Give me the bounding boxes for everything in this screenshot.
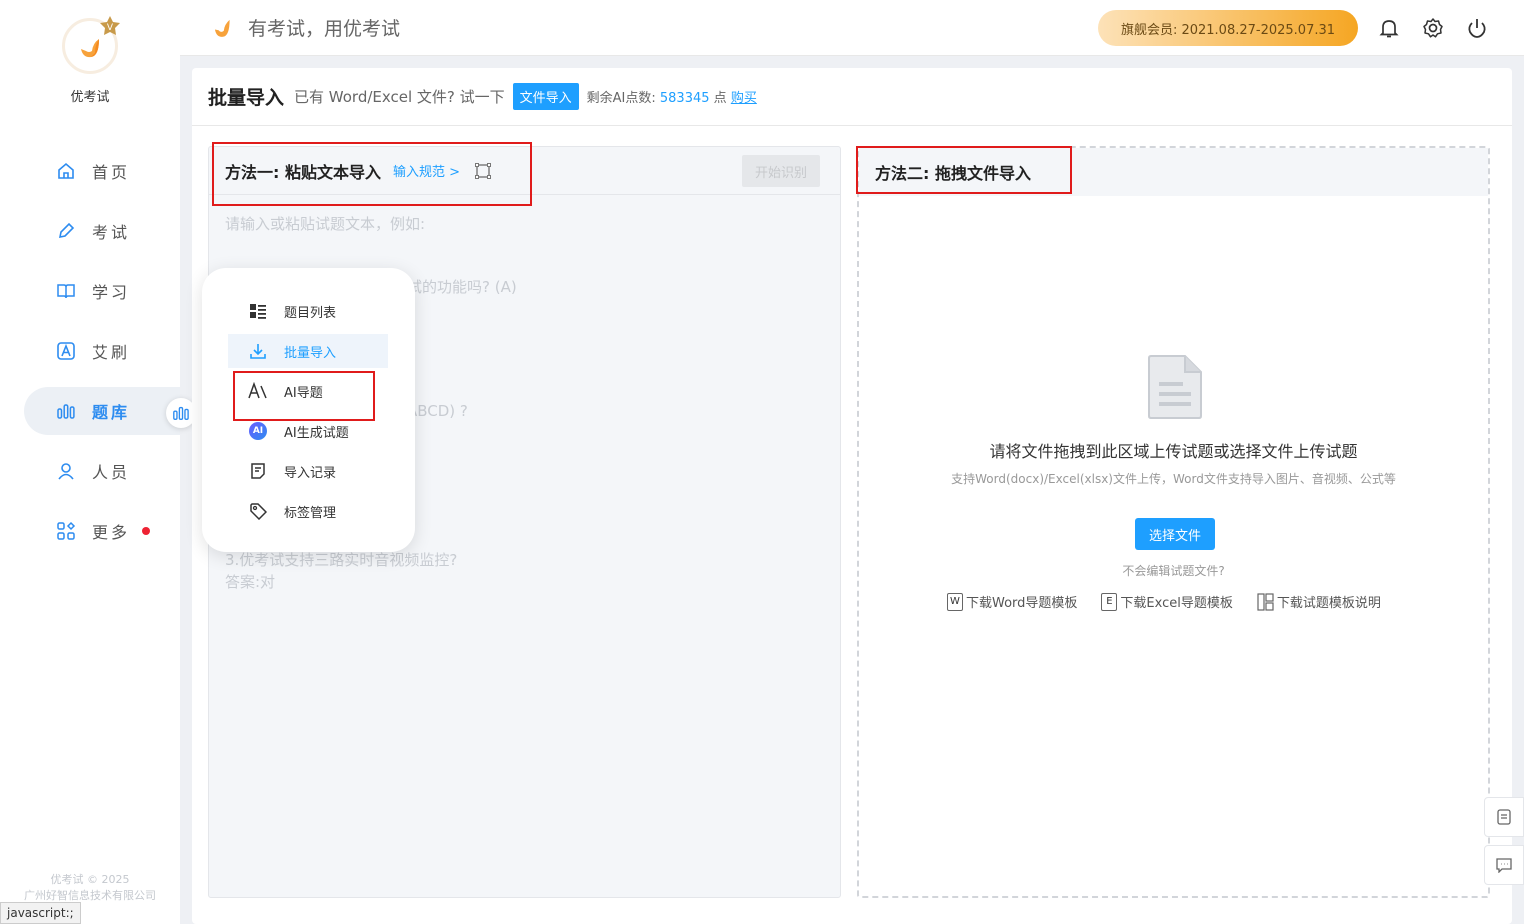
highlight-box-method1 xyxy=(212,142,532,206)
menu-item-label: AI生成试题 xyxy=(284,425,349,441)
header-slogan: 有考试，用优考试 xyxy=(212,14,400,41)
download-excel-template[interactable]: E 下载Excel导题模板 xyxy=(1101,592,1233,611)
drop-title: 请将文件拖拽到此区域上传试题或选择文件上传试题 xyxy=(989,442,1358,461)
svg-text:V: V xyxy=(107,23,114,33)
list-icon xyxy=(250,304,266,319)
paste-placeholder: 答案:对 xyxy=(225,573,276,591)
book-icon xyxy=(57,284,75,299)
ai-points-value: 583345 xyxy=(659,91,710,106)
note-icon xyxy=(1497,809,1511,825)
download-guide-label: 下载试题模板说明 xyxy=(1276,596,1381,611)
menu-item-label: 批量导入 xyxy=(284,345,337,361)
copyright-text: 优考试 © 2025 xyxy=(50,873,130,886)
chat-icon xyxy=(1496,858,1512,873)
user-icon xyxy=(58,463,74,480)
sidebar-item-home[interactable]: 首页 xyxy=(24,147,180,195)
document-icon xyxy=(1148,355,1202,419)
sidebar-footer: 优考试 © 2025 广州好智信息技术有限公司 xyxy=(0,872,180,904)
grid-icon xyxy=(57,521,76,540)
browser-status-bar: javascript:; xyxy=(0,902,81,924)
menu-item-label: 题目列表 xyxy=(284,305,337,321)
menu-item-import-records[interactable]: 导入记录 xyxy=(228,454,388,488)
brand-logo[interactable]: V xyxy=(62,16,120,74)
top-header: 有考试，用优考试 旗舰会员: 2021.08.27-2025.07.31 xyxy=(180,0,1524,56)
sidebar-item-label: 人员 xyxy=(92,463,131,482)
ai-points: 剩余AI点数: 583345 点 购买 xyxy=(587,87,757,106)
layout-guide-icon xyxy=(1257,592,1274,611)
file-import-button[interactable]: 文件导入 xyxy=(512,83,579,110)
download-word-label: 下载Word导题模板 xyxy=(966,596,1078,611)
vip-membership-badge[interactable]: 旗舰会员: 2021.08.27-2025.07.31 xyxy=(1098,10,1358,46)
gear-icon[interactable] xyxy=(1421,16,1445,40)
power-icon[interactable] xyxy=(1465,16,1489,40)
paste-placeholder: 请输入或粘贴试题文本，例如: xyxy=(225,215,426,233)
paste-placeholder: ABCD) ? xyxy=(407,402,468,420)
brand-name: 优考试 xyxy=(70,90,110,105)
sidebar-item-people[interactable]: 人员 xyxy=(24,447,180,495)
choose-file-button[interactable]: 选择文件 xyxy=(1135,518,1215,550)
menu-item-label: 导入记录 xyxy=(284,465,337,481)
word-file-icon: W xyxy=(947,592,963,611)
file-drop-zone[interactable]: 方法二: 拖拽文件导入 请将文件拖拽到此区域上传试题或选择文件上传试题 支持Wo… xyxy=(857,146,1490,898)
home-icon xyxy=(58,162,74,179)
notification-dot xyxy=(142,527,151,535)
ai-badge-icon: AI xyxy=(249,422,267,440)
a-badge-icon xyxy=(57,342,75,360)
sidebar-item-aishua[interactable]: 艾刷 xyxy=(24,327,180,375)
paste-placeholder: 试的功能吗? (A) xyxy=(407,278,517,296)
drop-subtitle: 支持Word(docx)/Excel(xlsx)文件上传，Word文件支持导入图… xyxy=(951,472,1396,486)
download-excel-label: 下载Excel导题模板 xyxy=(1120,596,1233,611)
excel-file-icon: E xyxy=(1101,592,1118,611)
buy-link[interactable]: 购买 xyxy=(731,91,757,106)
sidebar-item-label: 首页 xyxy=(92,163,131,182)
menu-item-tag-management[interactable]: 标签管理 xyxy=(228,494,388,528)
floating-notes-button[interactable] xyxy=(1484,797,1524,837)
template-download-row: W 下载Word导题模板 E 下载Excel导题模板 下载试题模板说明 xyxy=(947,592,1405,611)
page-title-bar: 批量导入 已有 Word/Excel 文件? 试一下 文件导入 剩余AI点数: … xyxy=(192,68,1512,126)
download-template-guide[interactable]: 下载试题模板说明 xyxy=(1257,592,1381,611)
floating-chat-button[interactable] xyxy=(1484,845,1524,885)
sidebar-item-exam[interactable]: 考试 xyxy=(24,207,180,255)
start-recognize-button[interactable]: 开始识别 xyxy=(742,155,820,187)
page-hint: 已有 Word/Excel 文件? 试一下 xyxy=(294,88,505,106)
record-icon xyxy=(251,463,265,479)
highlight-box-method2 xyxy=(856,146,1072,194)
download-icon xyxy=(250,344,266,359)
paste-placeholder: 3.优考试支持三路实时音视频监控? xyxy=(225,551,458,569)
pen-icon xyxy=(58,222,75,239)
menu-item-batch-import[interactable]: 批量导入 xyxy=(228,334,388,368)
download-word-template[interactable]: W 下载Word导题模板 xyxy=(947,592,1077,611)
vip-crown-icon: V xyxy=(100,16,120,35)
menu-item-label: 标签管理 xyxy=(284,505,337,521)
bar-chart-icon xyxy=(57,404,75,419)
bell-icon[interactable] xyxy=(1377,16,1401,40)
no-edit-hint: 不会编辑试题文件? xyxy=(1122,564,1225,578)
sidebar-item-question-bank[interactable]: 题库 xyxy=(24,387,180,435)
highlight-box-ai-import xyxy=(233,371,375,421)
sidebar-item-label: 更多 xyxy=(92,523,131,542)
ai-points-unit: 点 xyxy=(713,91,727,106)
sidebar-item-label: 艾刷 xyxy=(92,343,131,362)
page-title: 批量导入 xyxy=(208,87,285,109)
slogan-text: 有考试，用优考试 xyxy=(248,18,401,40)
brand-mark-icon xyxy=(214,19,230,37)
tag-icon xyxy=(250,503,267,520)
sidebar-item-label: 题库 xyxy=(92,403,131,422)
sidebar-item-label: 考试 xyxy=(92,223,131,242)
sidebar: V 优考试 首页 考试 学习 艾刷 题库 人员 更多 优考试 © 2025 广州… xyxy=(0,0,180,924)
ai-points-label: 剩余AI点数: xyxy=(586,91,656,106)
sidebar-item-more[interactable]: 更多 xyxy=(24,507,180,555)
bar-chart-icon xyxy=(173,406,189,420)
sidebar-item-study[interactable]: 学习 xyxy=(24,267,180,315)
menu-item-question-list[interactable]: 题目列表 xyxy=(228,294,388,328)
sidebar-item-label: 学习 xyxy=(92,283,131,302)
